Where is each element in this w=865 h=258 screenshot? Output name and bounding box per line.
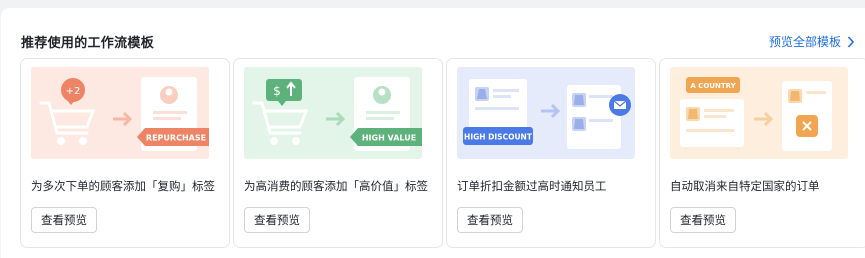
chevron-right-icon [847, 35, 855, 48]
template-card-country[interactable]: A COUNTRY 自动取消来自特定国家的订单 查看预览 [659, 58, 865, 248]
thumb-tag-text: HIGH VALUE [362, 134, 416, 143]
template-card-repurchase[interactable]: +2 REPURCHASE 为多次下单的顾客添加「复购」标签 查看预览 [20, 58, 230, 248]
preview-button[interactable]: 查看预览 [457, 207, 523, 233]
template-thumbnail: +2 REPURCHASE [31, 67, 209, 159]
template-thumbnail: HIGH DISCOUNT [457, 67, 635, 159]
templates-panel: 推荐使用的工作流模板 预览全部模板 +2 REPURCHASE 为多次下单的顾客… [1, 8, 865, 258]
mail-icon [613, 100, 627, 109]
template-thumbnail: A COUNTRY [670, 67, 848, 159]
preview-button[interactable]: 查看预览 [244, 207, 310, 233]
see-all-label: 预览全部模板 [768, 35, 841, 49]
preview-button[interactable]: 查看预览 [31, 207, 97, 233]
thumb-tag-text: REPURCHASE [146, 134, 206, 143]
template-thumbnail: $ HIGH VALUE [244, 67, 422, 159]
panel-title: 推荐使用的工作流模板 [21, 36, 155, 51]
svg-text:$: $ [273, 84, 281, 98]
template-card-title: 为高消费的顾客添加「高价值」标签 [244, 179, 428, 193]
thumb-tag-text: HIGH DISCOUNT [464, 133, 533, 142]
template-card-title: 订单折扣金额过高时通知员工 [457, 179, 607, 193]
thumb-tag-text: A COUNTRY [690, 82, 736, 90]
template-card-high-discount[interactable]: HIGH DISCOUNT 订单折扣金额过高时通知员工 查看预览 [446, 58, 656, 248]
template-card-title: 为多次下单的顾客添加「复购」标签 [31, 179, 215, 193]
preview-button[interactable]: 查看预览 [670, 207, 736, 233]
template-card-title: 自动取消来自特定国家的订单 [670, 179, 820, 193]
thumb-badge-text: +2 [66, 86, 81, 97]
see-all-templates-link[interactable]: 预览全部模板 [769, 33, 855, 50]
template-card-high-value[interactable]: $ HIGH VALUE 为高消费的顾客添加「高价值」标签 查看预览 [233, 58, 443, 248]
